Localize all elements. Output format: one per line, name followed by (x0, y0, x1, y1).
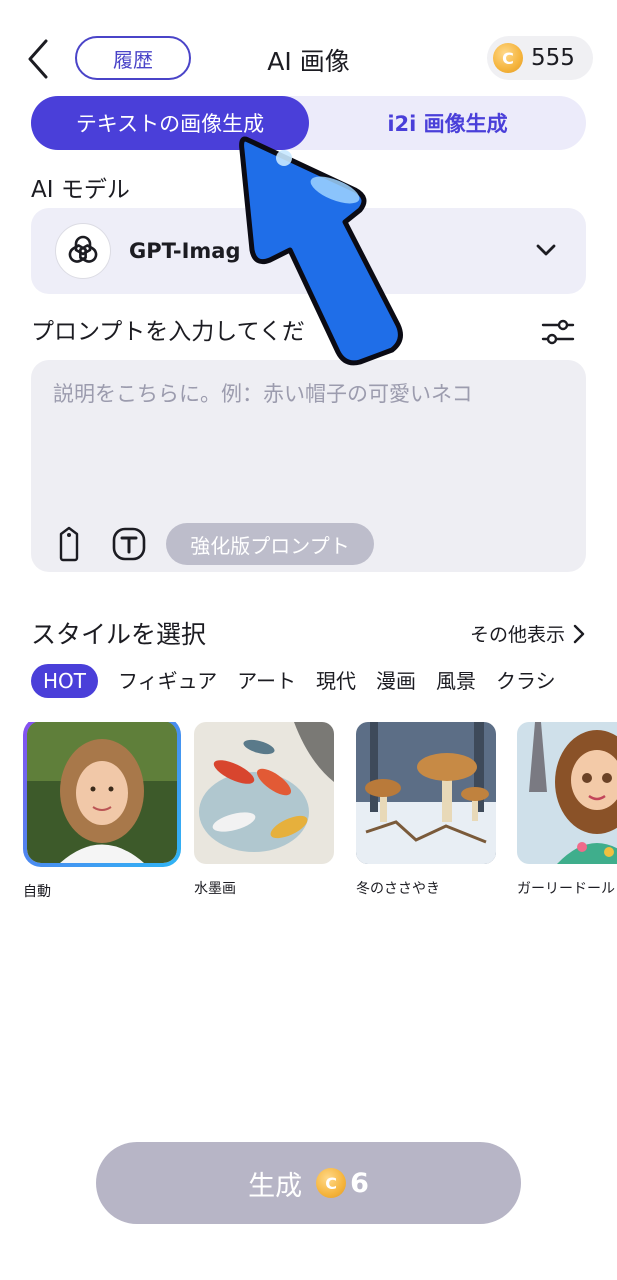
chevron-left-icon (28, 39, 48, 79)
category-tab-figure[interactable]: フィギュア (118, 664, 217, 698)
model-section-label: AI モデル (31, 177, 130, 203)
prompt-input[interactable] (53, 382, 573, 406)
coin-icon: C (493, 43, 523, 73)
style-thumbnail-portrait (23, 722, 181, 867)
style-thumbnail-mushrooms (356, 722, 496, 864)
enhance-prompt-button[interactable]: 強化版プロンプト (166, 523, 374, 565)
category-tab-landscape[interactable]: 風景 (436, 664, 476, 698)
category-tab-hot[interactable]: HOT (31, 664, 98, 698)
coin-icon: C (316, 1168, 347, 1198)
show-more-link[interactable]: その他表示 (470, 620, 585, 647)
category-tab-modern[interactable]: 現代 (316, 664, 356, 698)
history-button[interactable]: 履歴 (75, 36, 191, 80)
chevron-right-icon (573, 624, 585, 643)
chevron-down-icon (536, 244, 556, 256)
style-card-winter[interactable]: 冬のささやき (356, 722, 496, 898)
style-card-label: 冬のささやき (356, 881, 440, 897)
generate-button[interactable]: 生成 C 6 (96, 1142, 521, 1224)
style-card-auto[interactable]: 自動 (23, 722, 177, 901)
generate-cost-value: 6 (350, 1167, 369, 1199)
generate-cost: C 6 (316, 1168, 369, 1199)
style-card-ink-painting[interactable]: 水墨画 (194, 722, 334, 898)
mode-tabs: テキストの画像生成 i2i 画像生成 (31, 96, 586, 150)
model-name: GPT-Imag (129, 239, 241, 263)
coin-balance-value: 555 (531, 45, 575, 71)
style-thumbnail-doll (517, 722, 617, 864)
style-thumbnail-koi (194, 722, 334, 864)
style-card-label: ガーリードール (517, 881, 615, 897)
header: 履歴 AI 画像 C 555 (0, 30, 617, 88)
back-button[interactable] (18, 36, 58, 82)
tag-icon[interactable] (51, 526, 87, 562)
category-tab-art[interactable]: アート (237, 664, 296, 698)
show-more-label: その他表示 (469, 624, 565, 646)
category-tabs: HOT フィギュア アート 現代 漫画 風景 クラシ (31, 664, 617, 704)
generate-label: 生成 (248, 1170, 303, 1202)
tab-text-to-image[interactable]: テキストの画像生成 (31, 96, 309, 150)
style-cards: 自動 水墨画 冬のささやき ガーリードール (0, 722, 617, 912)
style-section-title: スタイルを選択 (31, 620, 207, 649)
prompt-header: プロンプトを入力してくだ (31, 312, 586, 352)
category-tab-manga[interactable]: 漫画 (376, 664, 416, 698)
openai-logo-icon (55, 223, 111, 279)
sliders-icon[interactable] (540, 314, 576, 350)
style-card-label: 水墨画 (194, 881, 236, 897)
model-selector[interactable]: GPT-Imag (31, 208, 586, 294)
category-tab-classic[interactable]: クラシ (496, 664, 556, 698)
coin-balance[interactable]: C 555 (487, 36, 593, 80)
prompt-section-label: プロンプトを入力してくだ (31, 319, 305, 345)
style-card-girly-doll[interactable]: ガーリードール (517, 722, 617, 898)
text-style-icon[interactable] (111, 526, 147, 562)
tab-image-to-image[interactable]: i2i 画像生成 (309, 96, 586, 150)
prompt-area: 強化版プロンプト (31, 360, 586, 572)
style-card-label: 自動 (23, 884, 51, 900)
